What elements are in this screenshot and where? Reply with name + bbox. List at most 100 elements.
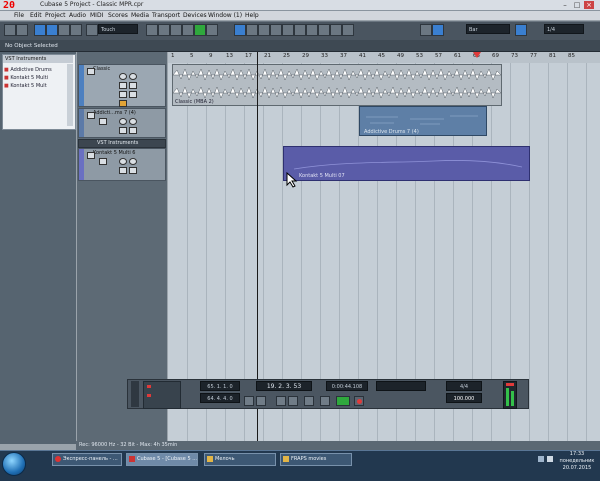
draw-tool[interactable]	[318, 24, 330, 36]
rewind-button[interactable]	[158, 24, 170, 36]
fps-counter: 20	[3, 0, 16, 11]
split-tool[interactable]	[258, 24, 270, 36]
mute-button[interactable]	[87, 152, 95, 159]
solo-button[interactable]	[99, 158, 107, 165]
inspector-item[interactable]: ■ Kontakt 5 Multi	[4, 75, 48, 82]
erase-tool[interactable]	[282, 24, 294, 36]
lock-button[interactable]	[119, 91, 127, 98]
inspector-toggle-button[interactable]	[34, 24, 46, 36]
taskbar-item-opera[interactable]: Экспресс-панель - ...	[52, 453, 122, 466]
overview-toggle-button[interactable]	[58, 24, 70, 36]
track-addictive-drums[interactable]: Addicti...ms 7 (4)	[78, 108, 166, 138]
close-button[interactable]: ×	[584, 1, 594, 9]
write-automation-button[interactable]	[129, 127, 137, 134]
quantize-snap-icon[interactable]	[515, 24, 527, 36]
forward-button[interactable]	[276, 396, 286, 406]
position-bars-display[interactable]: 19. 2. 3. 53	[256, 381, 312, 391]
menu-devices[interactable]: Devices	[183, 11, 207, 20]
auto-scroll-button[interactable]	[420, 24, 432, 36]
menu-midi[interactable]: MIDI	[90, 11, 103, 20]
audio-event[interactable]	[172, 64, 502, 106]
menu-edit[interactable]: Edit	[30, 11, 42, 20]
solo-button[interactable]	[99, 118, 107, 125]
zoom-tool[interactable]	[294, 24, 306, 36]
play-button[interactable]	[336, 396, 350, 406]
line-tool[interactable]	[330, 24, 342, 36]
stop-button[interactable]	[182, 24, 194, 36]
record-enable-button[interactable]	[119, 158, 127, 165]
track-kontakt[interactable]: Kontakt 5 Multi 6	[78, 148, 166, 181]
maximize-button[interactable]: □	[572, 1, 582, 9]
activate-project-button[interactable]	[4, 24, 16, 36]
record-button[interactable]	[206, 24, 218, 36]
start-button[interactable]	[2, 452, 26, 476]
automation-mode-select[interactable]: Touch	[98, 24, 138, 34]
monitor-button[interactable]	[129, 118, 137, 125]
inspector-item[interactable]: ■ Addictive Drums	[4, 67, 52, 74]
read-automation-button[interactable]	[119, 82, 127, 89]
constrain-delay-button[interactable]	[16, 24, 28, 36]
locator-marker[interactable]	[473, 52, 481, 58]
write-automation-button[interactable]	[129, 82, 137, 89]
inspector-section-header[interactable]: VST Instruments	[3, 55, 73, 63]
go-to-previous-marker-button[interactable]	[244, 396, 254, 406]
taskbar-item-folder[interactable]: Мелочь	[204, 453, 276, 466]
track-classic[interactable]: Classic	[78, 64, 166, 107]
write-automation-button[interactable]	[129, 167, 137, 174]
cycle-button[interactable]	[304, 396, 314, 406]
left-locator-display[interactable]: 65. 1. 1. 0	[200, 381, 240, 391]
taskbar-item-fraps[interactable]: FRAPS movies	[280, 453, 352, 466]
mute-tool[interactable]	[306, 24, 318, 36]
taskbar-clock[interactable]: 17:33 понедельник 20.07.2015	[555, 451, 599, 472]
network-icon[interactable]	[538, 456, 544, 462]
automation-icon[interactable]	[86, 24, 98, 36]
stop-button[interactable]	[320, 396, 330, 406]
transport-grip[interactable]	[131, 381, 139, 407]
record-enable-button[interactable]	[119, 73, 127, 80]
inspector-scrollbar[interactable]	[67, 64, 73, 126]
snap-toggle-button[interactable]	[432, 24, 444, 36]
taskbar-item-cubase[interactable]: Cubase 5 - [Cubase 5 ...	[126, 453, 198, 466]
track-color-strip	[79, 149, 84, 180]
freeze-button[interactable]	[119, 100, 127, 107]
play-tool[interactable]	[342, 24, 354, 36]
edit-channel-button[interactable]	[129, 91, 137, 98]
record-button[interactable]	[354, 396, 364, 406]
rewind-button[interactable]	[256, 396, 266, 406]
mute-button[interactable]	[87, 112, 95, 119]
read-automation-button[interactable]	[119, 167, 127, 174]
quantize-select[interactable]: 1/4	[544, 24, 584, 34]
menu-audio[interactable]: Audio	[69, 11, 86, 20]
inspector-item[interactable]: ■ Kontakt 5 Mult	[4, 83, 47, 90]
infoline-toggle-button[interactable]	[46, 24, 58, 36]
menu-window[interactable]: Window (1)	[208, 11, 242, 20]
track-color-strip	[79, 109, 84, 137]
menu-media[interactable]: Media	[131, 11, 149, 20]
pool-button[interactable]	[70, 24, 82, 36]
right-locator-display[interactable]: 64. 4. 4. 0	[200, 393, 240, 403]
play-button[interactable]	[194, 24, 206, 36]
menu-project[interactable]: Project	[45, 11, 66, 20]
record-enable-button[interactable]	[119, 118, 127, 125]
range-tool[interactable]	[246, 24, 258, 36]
position-time-display[interactable]: 0:00:44.108	[326, 381, 368, 391]
minimize-button[interactable]: –	[560, 1, 570, 9]
go-to-next-marker-button[interactable]	[288, 396, 298, 406]
read-automation-button[interactable]	[119, 127, 127, 134]
menu-transport[interactable]: Transport	[152, 11, 180, 20]
cycle-button[interactable]	[170, 24, 182, 36]
monitor-button[interactable]	[129, 158, 137, 165]
menu-help[interactable]: Help	[245, 11, 259, 20]
mute-button[interactable]	[87, 68, 95, 75]
jog-shuttle[interactable]	[376, 381, 426, 391]
object-select-tool[interactable]	[234, 24, 246, 36]
volume-icon[interactable]	[547, 456, 553, 462]
snap-type-select[interactable]: Bar	[466, 24, 510, 34]
go-to-start-button[interactable]	[146, 24, 158, 36]
monitor-button[interactable]	[129, 73, 137, 80]
tempo-display[interactable]: 100.000	[446, 393, 482, 403]
glue-tool[interactable]	[270, 24, 282, 36]
signature-display[interactable]: 4/4	[446, 381, 482, 391]
menu-scores[interactable]: Scores	[108, 11, 128, 20]
menu-file[interactable]: File	[14, 11, 24, 20]
